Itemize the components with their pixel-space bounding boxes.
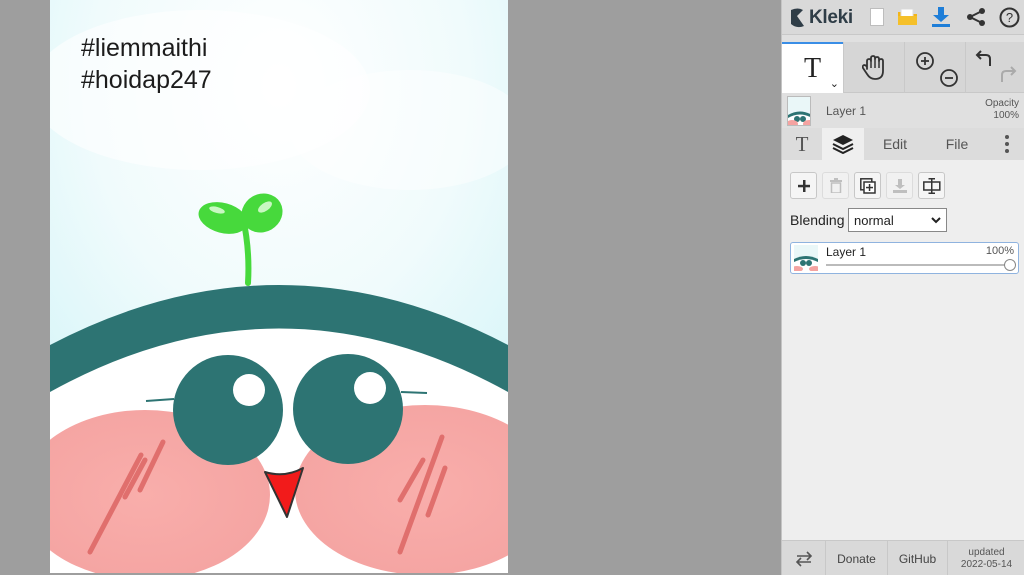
undo-icon[interactable] [975,49,991,66]
hand-tool-button[interactable] [843,42,904,93]
tab-file[interactable]: File [926,128,988,160]
text-tool-icon: T [803,52,822,84]
layer-list-item-name: Layer 1 [826,245,867,259]
new-document-icon[interactable] [866,6,888,28]
opacity-value: 100% [993,110,1019,121]
zoom-controls [904,42,965,93]
hashtag-line-2: #hoidap247 [81,66,212,94]
updated-label: updated [968,546,1005,558]
app-title: Kleki [809,6,853,28]
panel-tabs: T Edit File [782,128,1024,160]
kleki-logo[interactable]: Kleki [788,4,853,31]
open-folder-icon[interactable] [896,6,918,28]
drawing-canvas[interactable]: #liemmaithi #hoidap247 [50,0,508,573]
merge-down-icon [892,178,907,193]
kleki-logo-icon [791,8,804,27]
current-layer-thumbnail [787,96,811,126]
tool-bar: T ⌄ [782,42,1024,93]
add-layer-button[interactable] [790,172,817,199]
tab-layers[interactable] [822,128,864,160]
plus-icon [797,179,810,192]
duplicate-layer-button[interactable] [854,172,881,199]
layer-list-item[interactable]: Layer 1 100% [790,242,1019,274]
layer-opacity-slider-handle[interactable] [1004,259,1016,271]
hand-icon [862,54,884,80]
hashtag-line-1: #liemmaithi [81,34,208,62]
help-icon[interactable]: ? [998,6,1020,28]
layer-list-item-opacity: 100% [985,245,1014,257]
download-icon[interactable] [930,6,952,28]
zoom-out-icon[interactable] [940,68,958,87]
right-panel: Kleki ? T ⌄ Layer 1 Opacity 100% T Edit … [781,0,1024,575]
donate-link[interactable]: Donate [826,541,888,575]
undo-redo-controls [965,42,1024,93]
layers-panel: Blending normal Layer 1 100% [782,160,1024,540]
more-menu-icon[interactable] [988,128,1024,160]
opacity-label: Opacity [985,98,1019,109]
canvas-workspace: #liemmaithi #hoidap247 [0,0,781,575]
top-bar: Kleki ? [782,0,1024,35]
current-layer-opacity: Opacity 100% [985,98,1019,122]
delete-layer-button[interactable] [822,172,849,199]
rename-icon [922,177,941,194]
updated-date: 2022-05-14 [960,558,1013,570]
redo-icon[interactable] [1000,65,1016,82]
tab-edit[interactable]: Edit [864,128,926,160]
trash-icon [829,178,842,193]
footer-bar: Donate GitHub updated 2022-05-14 [782,540,1024,575]
blending-value: normal [854,212,894,228]
blending-label: Blending [790,212,845,228]
chevron-down-icon [931,217,941,224]
tab-tool-settings[interactable]: T [782,128,822,160]
current-layer-info: Layer 1 Opacity 100% [782,94,1024,128]
text-tool-button[interactable]: T ⌄ [782,42,843,93]
swap-arrows-icon [795,550,812,567]
layer-opacity-slider[interactable] [826,264,1013,266]
zoom-in-icon[interactable] [916,51,934,70]
updated-info: updated 2022-05-14 [948,541,1024,575]
duplicate-icon [859,177,876,194]
merge-layer-button[interactable] [886,172,913,199]
current-layer-name: Layer 1 [826,104,867,118]
svg-text:?: ? [1005,10,1012,25]
rename-layer-button[interactable] [918,172,945,199]
chevron-down-icon[interactable]: ⌄ [830,77,839,90]
blending-select[interactable]: normal [848,208,947,232]
layer-thumbnail [794,245,818,271]
github-link[interactable]: GitHub [888,541,948,575]
text-tab-icon: T [795,131,809,156]
layers-icon [832,135,854,154]
swap-side-button[interactable] [782,541,826,575]
hashtag-text: #liemmaithi #hoidap247 [81,32,212,96]
share-icon[interactable] [965,6,987,28]
